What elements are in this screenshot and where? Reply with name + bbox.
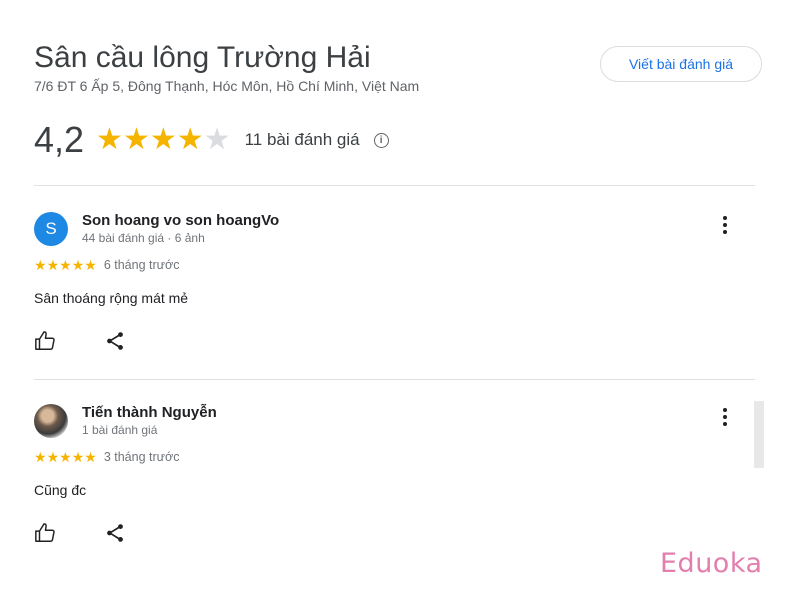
more-options-icon[interactable] <box>720 406 730 430</box>
star-icon: ★ <box>149 123 177 156</box>
reviewer-meta: 1 bài đánh giá <box>82 423 158 437</box>
star-icon: ★ <box>176 123 204 156</box>
star-icon: ★ <box>203 123 231 156</box>
thumbs-up-icon[interactable] <box>34 522 56 544</box>
star-icon: ★ <box>96 123 123 156</box>
star-icon: ★ <box>59 257 72 273</box>
review-actions <box>34 522 174 544</box>
review-time: 6 tháng trước <box>103 258 180 272</box>
review-actions <box>34 330 174 352</box>
thumbs-up-icon[interactable] <box>34 330 56 352</box>
scrollbar-thumb[interactable] <box>754 401 764 468</box>
write-review-button[interactable]: Viết bài đánh giá <box>600 46 762 82</box>
share-icon[interactable] <box>104 522 126 544</box>
more-options-icon[interactable] <box>720 214 730 238</box>
divider <box>34 379 755 380</box>
reviewer-name[interactable]: Tiến thành Nguyễn <box>82 404 217 421</box>
share-icon[interactable] <box>104 330 126 352</box>
reviewer-name[interactable]: Son hoang vo son hoangVo <box>82 212 279 229</box>
star-icon: ★ <box>34 257 47 273</box>
review-text: Cũng đc <box>34 482 87 498</box>
avatar[interactable]: S <box>34 212 68 246</box>
star-icon: ★ <box>46 449 60 465</box>
review-stars: ★ ★ ★ ★ ★ 3 tháng trước <box>34 450 179 464</box>
star-icon: ★ <box>71 449 85 465</box>
star-icon: ★ <box>46 257 60 273</box>
review-time: 3 tháng trước <box>103 450 180 464</box>
star-icon: ★ <box>59 449 72 465</box>
review-text: Sân thoáng rộng mát mẻ <box>34 290 189 306</box>
rating-summary: 4,2 ★ ★ ★ ★ ★ 11 bài đánh giá i <box>34 118 389 162</box>
watermark-logo: Eduoka <box>660 548 763 579</box>
review-count[interactable]: 11 bài đánh giá <box>245 130 360 150</box>
reviewer-meta: 44 bài đánh giá · 6 ảnh <box>82 231 205 245</box>
star-icon: ★ <box>122 123 150 156</box>
avatar[interactable] <box>34 404 68 438</box>
star-icon: ★ <box>84 257 97 273</box>
review-stars: ★ ★ ★ ★ ★ 6 tháng trước <box>34 258 179 272</box>
average-rating: 4,2 <box>34 119 85 160</box>
star-icon: ★ <box>71 257 85 273</box>
star-icon: ★ <box>34 449 47 465</box>
divider <box>34 185 755 186</box>
info-icon[interactable]: i <box>373 132 389 148</box>
star-icon: ★ <box>84 449 97 465</box>
rating-stars: ★ ★ ★ ★ ★ <box>96 125 231 155</box>
